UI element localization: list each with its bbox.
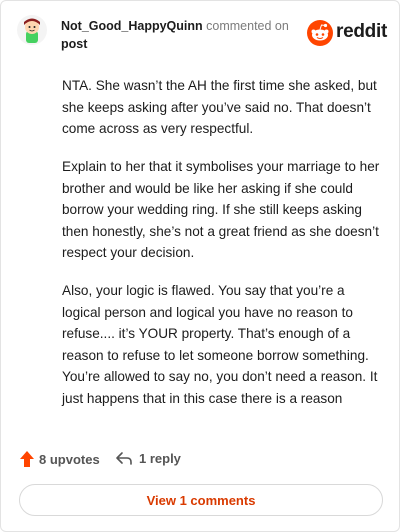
- upvote-button[interactable]: 8 upvotes: [19, 450, 100, 468]
- reply-arrow-icon: [116, 452, 132, 465]
- upvote-count: 8 upvotes: [39, 451, 100, 467]
- avatar[interactable]: [17, 15, 47, 45]
- author-line: Not_Good_HappyQuinn commented on post: [61, 17, 301, 53]
- view-comments-button[interactable]: View 1 comments: [19, 484, 383, 516]
- post-link[interactable]: post: [61, 35, 301, 53]
- comment-header: Not_Good_HappyQuinn commented on post re…: [17, 13, 387, 57]
- reply-count: 1 reply: [139, 450, 181, 466]
- logo-text: reddit: [336, 21, 387, 42]
- comment-paragraph: Also, your logic is flawed. You say that…: [62, 283, 378, 406]
- reddit-logo[interactable]: reddit: [307, 19, 387, 47]
- upvote-arrow-icon: [20, 451, 34, 467]
- comment-footer: 8 upvotes 1 reply: [19, 450, 379, 472]
- comment-paragraph: Explain to her that it symbolises your m…: [62, 159, 380, 260]
- comment-body: NTA. She wasn’t the AH the first time sh…: [62, 75, 382, 426]
- comment-paragraph: NTA. She wasn’t the AH the first time sh…: [62, 78, 377, 136]
- reddit-icon: [307, 20, 333, 46]
- reply-button[interactable]: 1 reply: [115, 450, 181, 466]
- action-text: commented on: [206, 19, 289, 33]
- username-link[interactable]: Not_Good_HappyQuinn: [61, 19, 203, 33]
- comment-card: Not_Good_HappyQuinn commented on post re…: [0, 0, 400, 532]
